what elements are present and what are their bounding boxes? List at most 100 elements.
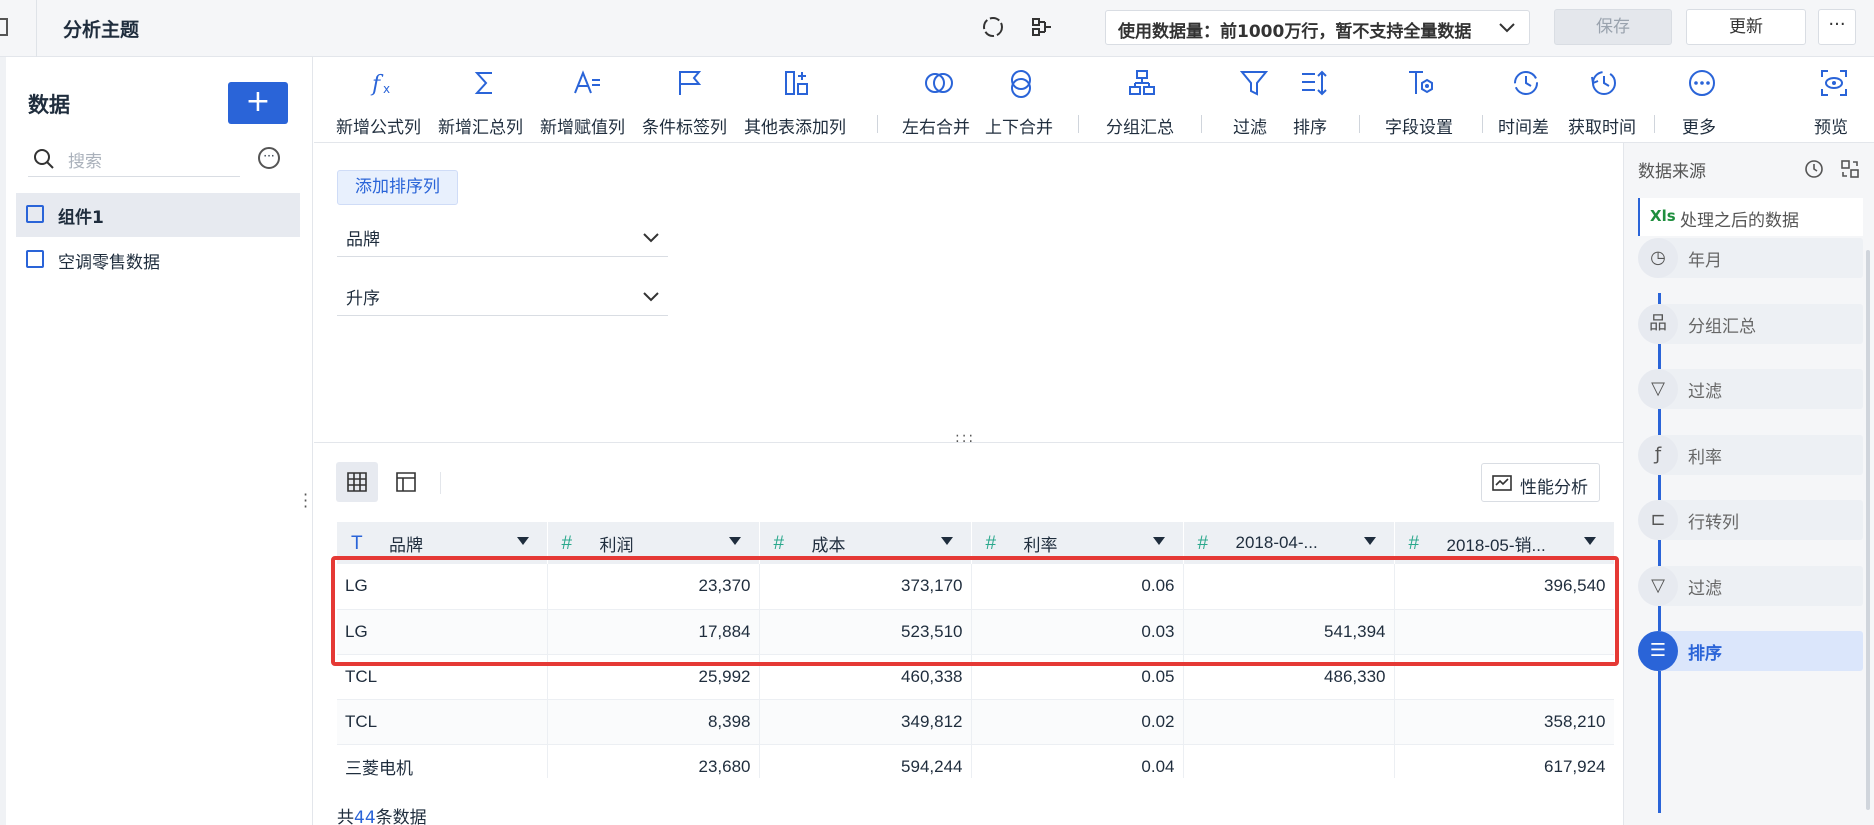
toolbar-separator — [1482, 115, 1483, 133]
sidebar-item-component1[interactable]: 组件1 — [16, 193, 300, 237]
history-icon[interactable] — [1804, 159, 1824, 179]
filter-icon — [1239, 71, 1269, 96]
sidebar-more-icon[interactable]: ··· — [258, 147, 280, 169]
step-label: 过滤 — [1688, 382, 1722, 402]
tool-group-summary[interactable]: 分组汇总 — [1106, 57, 1178, 143]
dropdown-arrow-icon[interactable] — [940, 537, 953, 545]
scrollbar[interactable] — [1866, 250, 1870, 810]
sidebar-item-ac-retail[interactable]: 空调零售数据 — [16, 238, 300, 282]
layout-view-button[interactable] — [385, 462, 427, 502]
svg-text:x: x — [383, 82, 390, 96]
sort-field-select[interactable]: 品牌 — [337, 217, 668, 257]
collapse-icon[interactable] — [0, 18, 8, 36]
formula-icon: fx — [370, 72, 390, 97]
tool-filter[interactable]: 过滤 — [1233, 57, 1273, 143]
tool-label: 排序 — [1293, 118, 1327, 138]
flag-icon — [679, 71, 702, 95]
step-item[interactable]: ▽ 过滤 — [1638, 565, 1863, 606]
dropdown-arrow-icon[interactable] — [1583, 537, 1596, 545]
more-menu-button[interactable]: ··· — [1818, 9, 1856, 45]
sort-order-value: 升序 — [346, 289, 380, 309]
tool-label: 获取时间 — [1568, 118, 1636, 138]
performance-analysis-button[interactable]: 性能分析 — [1481, 463, 1600, 502]
toolbar-separator — [1201, 115, 1202, 133]
view-separator — [440, 472, 441, 494]
tool-label: 新增公式列 — [336, 118, 421, 138]
data-volume-select[interactable]: 使用数据量：前1000万行，暂不支持全量数据 — [1105, 10, 1530, 45]
grid-view-button[interactable] — [336, 462, 378, 502]
column-header[interactable]: # 利润 — [547, 522, 760, 564]
data-preview-table: T 品牌 # 利润 # 成本 # 利率 #2018-04-... #2018-05-销... LG… — [337, 522, 1614, 778]
step-item[interactable]: ◷ 年月 — [1638, 238, 1863, 278]
divider — [36, 0, 37, 57]
search-input[interactable]: 搜索 — [28, 141, 240, 177]
toolbar-separator — [877, 115, 878, 133]
tool-label: 新增赋值列 — [540, 118, 625, 138]
number-type-icon: # — [1197, 533, 1209, 554]
table-cell: 0.02 — [971, 699, 1184, 745]
step-item[interactable]: ▽ 过滤 — [1638, 369, 1863, 409]
column-header[interactable]: # 利率 — [971, 522, 1184, 564]
column-header[interactable]: #2018-04-... — [1183, 522, 1395, 564]
tool-label: 新增汇总列 — [438, 118, 523, 138]
tool-merge-horizontal[interactable]: 左右合并 — [902, 57, 974, 143]
step-item[interactable]: 品分组汇总 — [1638, 303, 1863, 344]
refresh-icon[interactable] — [980, 14, 1006, 40]
dropdown-arrow-icon[interactable] — [516, 537, 529, 545]
column-header[interactable]: T 品牌 — [337, 522, 548, 564]
tool-add-assign-column[interactable]: 新增赋值列 — [540, 57, 630, 143]
tool-sort[interactable]: 排序 — [1293, 57, 1333, 143]
number-type-icon: # — [561, 533, 573, 554]
dropdown-arrow-icon[interactable] — [1363, 537, 1376, 545]
panel-resize-grip[interactable]: ::: — [955, 430, 975, 446]
data-source-item[interactable]: Xls 处理之后的数据 — [1638, 198, 1863, 236]
column-header[interactable]: #2018-05-销... — [1394, 522, 1614, 564]
get-time-icon — [1591, 71, 1616, 95]
formula-icon: ƒ — [1638, 434, 1678, 475]
table-cell: 523,510 — [759, 609, 972, 655]
tool-add-summary-column[interactable]: 新增汇总列 — [438, 57, 528, 143]
step-item[interactable]: ƒ 利率 — [1638, 434, 1863, 475]
dropdown-arrow-icon[interactable] — [1152, 537, 1165, 545]
count-suffix: 条数据 — [375, 808, 427, 825]
step-item[interactable]: ⊏ 行转列 — [1638, 500, 1863, 540]
column-header[interactable]: # 成本 — [759, 522, 972, 564]
tool-get-time[interactable]: 获取时间 — [1568, 57, 1640, 143]
update-button[interactable]: 更新 — [1686, 9, 1806, 45]
tool-field-settings[interactable]: 字段设置 — [1385, 57, 1457, 143]
save-button[interactable]: 保存 — [1554, 9, 1672, 45]
table-row: 三菱电机 23,680 594,244 0.04 617,924 — [337, 744, 1614, 778]
column-header-label: 2018-05-销... — [1446, 535, 1546, 555]
resize-handle[interactable]: · · · — [303, 487, 308, 515]
step-item[interactable]: ☰ 排序 — [1638, 631, 1863, 671]
clock-icon: ◷ — [1638, 238, 1678, 278]
table-cell: 17,884 — [547, 609, 760, 655]
switch-icon[interactable] — [1840, 159, 1860, 179]
tool-time-diff[interactable]: 时间差 — [1498, 57, 1554, 143]
table-row: TCL 8,398 349,812 0.02 358,210 — [337, 699, 1614, 745]
add-sort-column-button[interactable]: 添加排序列 — [337, 170, 458, 205]
tool-label: 过滤 — [1233, 118, 1267, 138]
lineage-icon[interactable] — [1030, 14, 1056, 40]
dropdown-arrow-icon[interactable] — [728, 537, 741, 545]
table-cell: 594,244 — [759, 744, 972, 778]
tool-label: 上下合并 — [985, 118, 1053, 138]
number-type-icon: # — [985, 533, 997, 554]
table-body: LG 23,370 373,170 0.06 396,540 LG 17,884 523,51… — [337, 564, 1614, 778]
tool-preview[interactable]: 预览 — [1814, 57, 1854, 143]
tool-condition-tag-column[interactable]: 条件标签列 — [642, 57, 732, 143]
table-cell: 8,398 — [547, 699, 760, 745]
step-label: 利率 — [1688, 447, 1722, 468]
text-type-icon: T — [351, 533, 363, 554]
sort-order-select[interactable]: 升序 — [337, 276, 668, 316]
tool-label: 左右合并 — [902, 118, 970, 138]
tool-add-column-from-other-table[interactable]: 其他表添加列 — [744, 57, 850, 143]
table-cell: 486,330 — [1183, 654, 1395, 700]
chevron-down-icon — [643, 233, 659, 243]
toolbar-separator — [1359, 115, 1360, 133]
table-cell: TCL — [337, 699, 548, 745]
tool-merge-vertical[interactable]: 上下合并 — [985, 57, 1057, 143]
tool-more[interactable]: 更多 — [1682, 57, 1722, 143]
add-data-button[interactable]: + — [228, 82, 288, 124]
tool-add-formula-column[interactable]: fx 新增公式列 — [336, 57, 426, 143]
